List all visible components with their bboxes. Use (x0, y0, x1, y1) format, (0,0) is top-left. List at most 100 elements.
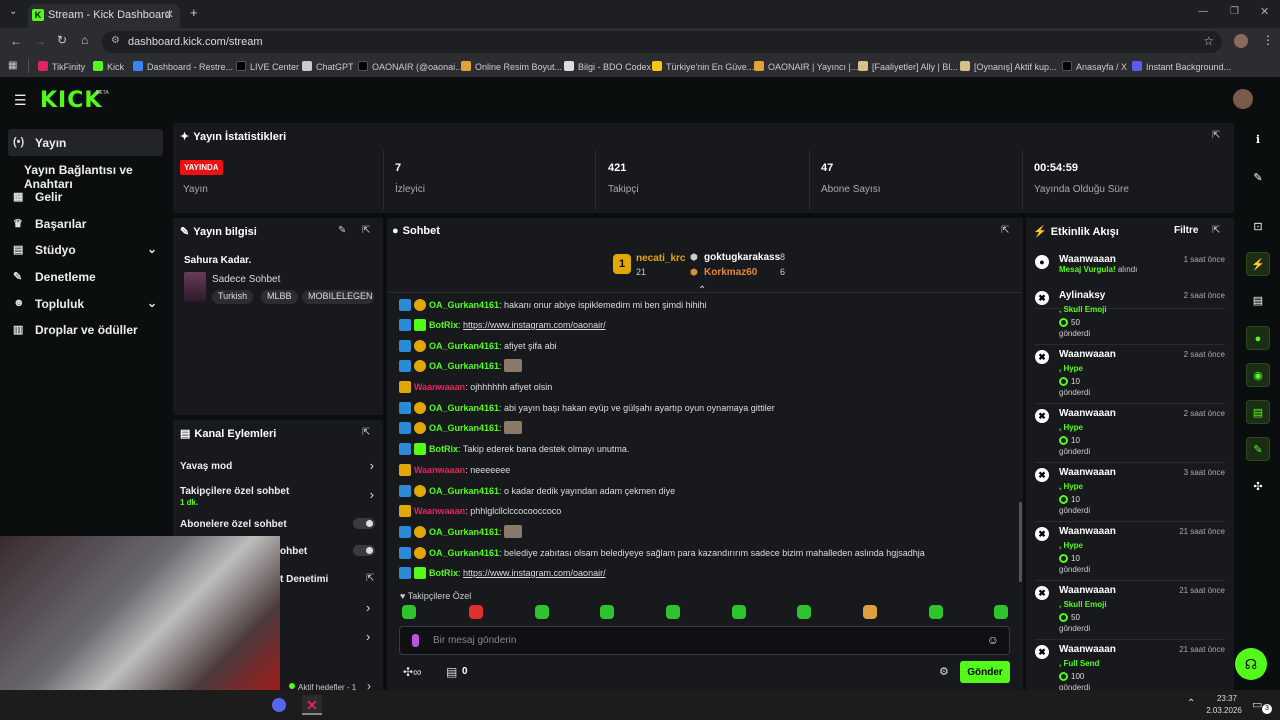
reload-icon[interactable]: ↻ (57, 33, 67, 47)
lightning-icon[interactable]: ⚡ (1246, 252, 1270, 276)
browser-tab[interactable]: K Stream - Kick Dashboard ✕ (28, 4, 180, 28)
window-close-icon[interactable]: ✕ (1260, 5, 1269, 18)
activity-feed-item[interactable]: ✖ Waanwaaan 21 saat önce , Hype 10 gönderdi (1035, 522, 1225, 581)
activity-feed-item[interactable]: ✖ Aylinaksy 2 saat önce , Skull Emoji 50 gönd… (1035, 286, 1225, 345)
minimize-icon[interactable]: — (1198, 6, 1208, 17)
followers-chat-row[interactable]: Takipçilere özel sohbet 1 dk. › (180, 484, 376, 510)
sidebar-item-studyo[interactable]: ▤ Stüdyo ⌄ (8, 236, 163, 263)
tray-chevron-icon[interactable]: ⌃ (1187, 698, 1195, 709)
url-bar[interactable]: ⚙ dashboard.kick.com/stream ☆ (102, 31, 1222, 53)
home-icon[interactable]: ⌂ (81, 33, 88, 47)
community-icon[interactable]: ✣ (1246, 475, 1270, 499)
collapse-leaderboard-icon[interactable]: ⌃ (698, 285, 706, 296)
infinity-points-icon[interactable]: ✣∞ (403, 665, 422, 679)
activity-feed-item[interactable]: ✖ Waanwaaan 3 saat önce , Hype 10 gönderdi (1035, 463, 1225, 522)
quick-emote-button[interactable] (994, 605, 1008, 619)
broadcast-icon[interactable]: ◉ (1246, 363, 1270, 387)
microphone-icon[interactable] (412, 634, 419, 647)
chat-username[interactable]: BotRix (429, 320, 458, 330)
support-headset-icon[interactable]: ☊ (1235, 648, 1267, 680)
popout-icon[interactable]: ⇱ (1212, 225, 1220, 236)
chat-bubble-icon[interactable]: ● (1246, 326, 1270, 350)
hamburger-menu-icon[interactable]: ☰ (14, 92, 27, 109)
bookmark-item[interactable]: LIVE Center (236, 61, 299, 72)
chat-username[interactable]: Waanwaaan (414, 506, 465, 516)
quick-emote-button[interactable] (402, 605, 416, 619)
screenshot-icon[interactable]: ⊡ (1246, 215, 1270, 239)
edit-icon[interactable]: ✎ (1246, 166, 1270, 190)
site-info-icon[interactable]: ⚙ (111, 35, 120, 46)
chat-username[interactable]: OA_Gurkan4161 (429, 403, 499, 413)
external-link-icon[interactable]: ⇱ (366, 573, 374, 584)
app-taskbar-icon[interactable]: ✕ (302, 695, 322, 715)
chat-username[interactable]: BotRix (429, 568, 458, 578)
bookmark-item[interactable]: TikFinity (38, 61, 85, 72)
popout-icon[interactable]: ⇱ (1001, 225, 1009, 236)
quick-emote-button[interactable] (666, 605, 680, 619)
chat-username[interactable]: OA_Gurkan4161 (429, 423, 499, 433)
chat-username[interactable]: OA_Gurkan4161 (429, 300, 499, 310)
popout-icon[interactable]: ⇱ (1212, 130, 1220, 141)
chat-username[interactable]: BotRix (429, 444, 458, 454)
chat-link[interactable]: https://www.instagram.com/oaonair/ (463, 320, 606, 330)
chat-link[interactable]: https://www.instagram.com/oaonair/ (463, 568, 606, 578)
edit-pencil-icon[interactable]: ✎ (338, 225, 346, 236)
sidebar-item-denetleme[interactable]: ✎ Denetleme (8, 263, 163, 290)
chat-username[interactable]: OA_Gurkan4161 (429, 341, 499, 351)
popout-icon[interactable]: ⇱ (362, 427, 370, 438)
filter-button[interactable]: Filtre (1174, 225, 1198, 236)
chat-username[interactable]: Waanwaaan (414, 382, 465, 392)
bookmark-item[interactable]: OAONAIR | Yayıncı |... (754, 61, 858, 72)
bookmark-item[interactable]: Anasayfa / X (1062, 61, 1127, 72)
chat-settings-icon[interactable]: ⚙ (939, 665, 949, 678)
bookmark-star-icon[interactable]: ☆ (1203, 34, 1214, 48)
activity-feed-item[interactable]: ✖ Waanwaaan 2 saat önce , Hype 10 gönderdi (1035, 345, 1225, 404)
store-icon[interactable]: ▤ (446, 665, 457, 679)
chat-scrollbar[interactable] (1019, 502, 1022, 582)
chevron-right-icon[interactable]: › (366, 629, 370, 644)
popout-icon[interactable]: ⇱ (362, 225, 370, 236)
activity-feed-item[interactable]: ✖ Waanwaaan 21 saat önce , Skull Emoji 50 gön… (1035, 581, 1225, 640)
bookmark-item[interactable]: [Oynanış] Aktif kup... (960, 61, 1057, 72)
chat-username[interactable]: OA_Gurkan4161 (429, 361, 499, 371)
back-icon[interactable]: ← (10, 34, 22, 48)
sidebar-item-basarilar[interactable]: ♛ Başarılar (8, 210, 163, 237)
bookmark-item[interactable]: Online Resim Boyut... (461, 61, 562, 72)
bookmark-item[interactable]: Dashboard - Restre... (133, 61, 233, 72)
quick-emote-button[interactable] (929, 605, 943, 619)
bookmark-item[interactable]: Kick (93, 61, 124, 72)
quick-emote-button[interactable] (535, 605, 549, 619)
clock-date[interactable]: 2.03.2026 (1203, 706, 1245, 715)
sidebar-item-stream-key[interactable]: Yayın Bağlantısı ve Anahtarı (8, 156, 163, 191)
emoji-picker-icon[interactable]: ☺ (987, 633, 999, 647)
new-tab-icon[interactable]: + (190, 5, 198, 20)
subs-chat-toggle[interactable] (353, 518, 375, 529)
apps-grid-icon[interactable]: ▦ (8, 60, 17, 71)
user-avatar[interactable] (1233, 89, 1253, 109)
info-icon[interactable]: ℹ (1246, 128, 1270, 152)
tab-search-icon[interactable]: ⌄ (9, 6, 17, 17)
discord-taskbar-icon[interactable] (272, 698, 286, 712)
kick-logo[interactable]: KICK (40, 88, 102, 113)
profile-avatar[interactable] (1234, 34, 1248, 48)
quick-emote-button[interactable] (732, 605, 746, 619)
sidebar-item-gelir[interactable]: ▦ Gelir (8, 183, 163, 210)
sidebar-item-yayin[interactable]: (•) Yayın (8, 129, 163, 156)
slow-mode-row[interactable]: Yavaş mod › (180, 458, 376, 476)
bookmark-item[interactable]: Türkiye'nin En Güve... (652, 61, 754, 72)
quick-emote-button[interactable] (469, 605, 483, 619)
chat-username[interactable]: Waanwaaan (414, 465, 465, 475)
activity-feed-item[interactable]: ✖ Waanwaaan 2 saat önce , Hype 10 gönderdi (1035, 404, 1225, 463)
sidebar-item-topluluk[interactable]: ☻ Topluluk ⌄ (8, 290, 163, 317)
bookmark-item[interactable]: ChatGPT (302, 61, 354, 72)
emote-chat-toggle[interactable] (353, 545, 375, 556)
tab-close-icon[interactable]: ✕ (165, 8, 174, 21)
browser-menu-icon[interactable]: ⋮ (1262, 33, 1274, 47)
bookmark-item[interactable]: Instant Background... (1132, 61, 1231, 72)
wrench-icon[interactable]: ✎ (1246, 437, 1270, 461)
notification-icon[interactable]: ▭ (1252, 698, 1262, 711)
sidebar-item-droplar[interactable]: ▥ Droplar ve ödüller (8, 316, 163, 343)
chat-username[interactable]: OA_Gurkan4161 (429, 486, 499, 496)
chat-username[interactable]: OA_Gurkan4161 (429, 527, 499, 537)
clock-time[interactable]: 23:37 (1212, 694, 1242, 703)
